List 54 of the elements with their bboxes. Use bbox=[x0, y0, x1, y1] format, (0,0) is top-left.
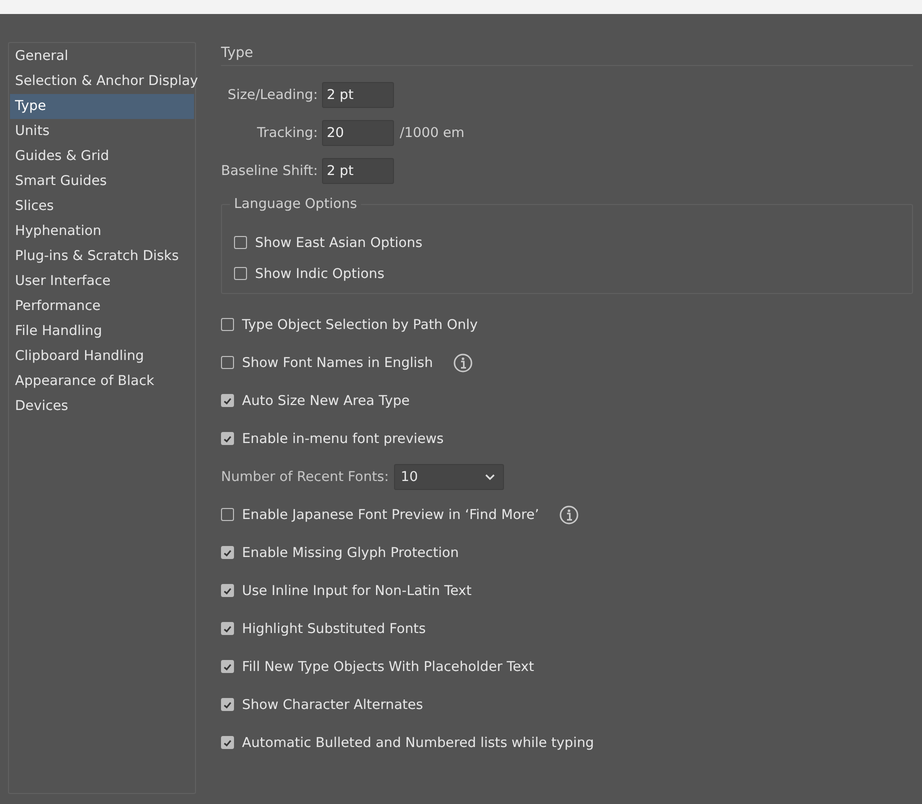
checkbox[interactable] bbox=[221, 584, 234, 597]
checkbox[interactable] bbox=[234, 267, 247, 280]
input-field[interactable]: 2 pt bbox=[322, 158, 394, 184]
unit-label: /1000 em bbox=[400, 125, 464, 141]
checkbox[interactable] bbox=[221, 356, 234, 369]
checkbox[interactable] bbox=[221, 660, 234, 673]
field-label: Size/Leading: bbox=[228, 87, 318, 103]
field-label: Tracking: bbox=[257, 125, 318, 141]
checkbox[interactable] bbox=[221, 736, 234, 749]
checkbox[interactable] bbox=[221, 546, 234, 559]
checkbox[interactable] bbox=[221, 698, 234, 711]
sidebar-item[interactable]: Plug-ins & Scratch Disks bbox=[10, 244, 194, 269]
sidebar-item[interactable]: Performance bbox=[10, 294, 194, 319]
sidebar-item[interactable]: Clipboard Handling bbox=[10, 344, 194, 369]
checkbox-label: Use Inline Input for Non-Latin Text bbox=[242, 582, 472, 598]
checkbox-label: Show Character Alternates bbox=[242, 696, 424, 712]
checkbox[interactable] bbox=[234, 236, 247, 249]
input-field[interactable]: 2 pt bbox=[322, 82, 394, 108]
checkbox-label: Type Object Selection by Path Only bbox=[242, 316, 478, 332]
checkbox[interactable] bbox=[221, 394, 234, 407]
chevron-icon bbox=[484, 474, 495, 480]
group-title: Language Options bbox=[230, 196, 362, 212]
dropdown-label: Number of Recent Fonts: bbox=[221, 468, 389, 484]
sidebar-item[interactable]: Smart Guides bbox=[10, 169, 194, 194]
info-icon[interactable] bbox=[559, 504, 579, 524]
sidebar-item[interactable]: User Interface bbox=[10, 269, 194, 294]
checkbox-label: Enable Missing Glyph Protection bbox=[242, 544, 459, 560]
sidebar-item[interactable]: File Handling bbox=[10, 319, 194, 344]
checkbox-label: Enable Japanese Font Preview in ‘Find More’ bbox=[242, 506, 539, 522]
dropdown[interactable]: 10 bbox=[394, 464, 504, 490]
checkbox-label: Fill New Type Objects With Placeholder Text bbox=[242, 658, 534, 674]
sidebar-item[interactable]: Devices bbox=[10, 394, 194, 419]
checkbox[interactable] bbox=[221, 508, 234, 521]
checkbox-label: Auto Size New Area Type bbox=[242, 392, 410, 408]
sidebar-item[interactable]: Guides & Grid bbox=[10, 144, 194, 169]
section-title: Type bbox=[221, 42, 914, 66]
info-icon[interactable] bbox=[452, 352, 473, 372]
checkbox-label: Show East Asian Options bbox=[255, 234, 422, 250]
field-label: Baseline Shift: bbox=[221, 163, 318, 179]
checkbox-label: Automatic Bulleted and Numbered lists while typing bbox=[242, 734, 594, 750]
input-field[interactable]: 20 bbox=[322, 120, 394, 146]
sidebar-item[interactable]: Type bbox=[10, 94, 194, 119]
checkbox-label: Highlight Substituted Fonts bbox=[242, 620, 426, 636]
checkbox[interactable] bbox=[221, 622, 234, 635]
sidebar-item[interactable]: Slices bbox=[10, 194, 194, 219]
checkbox[interactable] bbox=[221, 432, 234, 445]
checkbox-label: Enable in-menu font previews bbox=[242, 430, 444, 446]
checkbox-label: Show Font Names in English bbox=[242, 354, 433, 370]
checkbox-label: Show Indic Options bbox=[255, 266, 384, 282]
checkbox[interactable] bbox=[221, 318, 234, 331]
sidebar-item[interactable]: Appearance of Black bbox=[10, 369, 194, 394]
sidebar-item[interactable]: Units bbox=[10, 119, 194, 144]
sidebar-item[interactable]: Hyphenation bbox=[10, 219, 194, 244]
sidebar-item[interactable]: General bbox=[10, 44, 194, 69]
